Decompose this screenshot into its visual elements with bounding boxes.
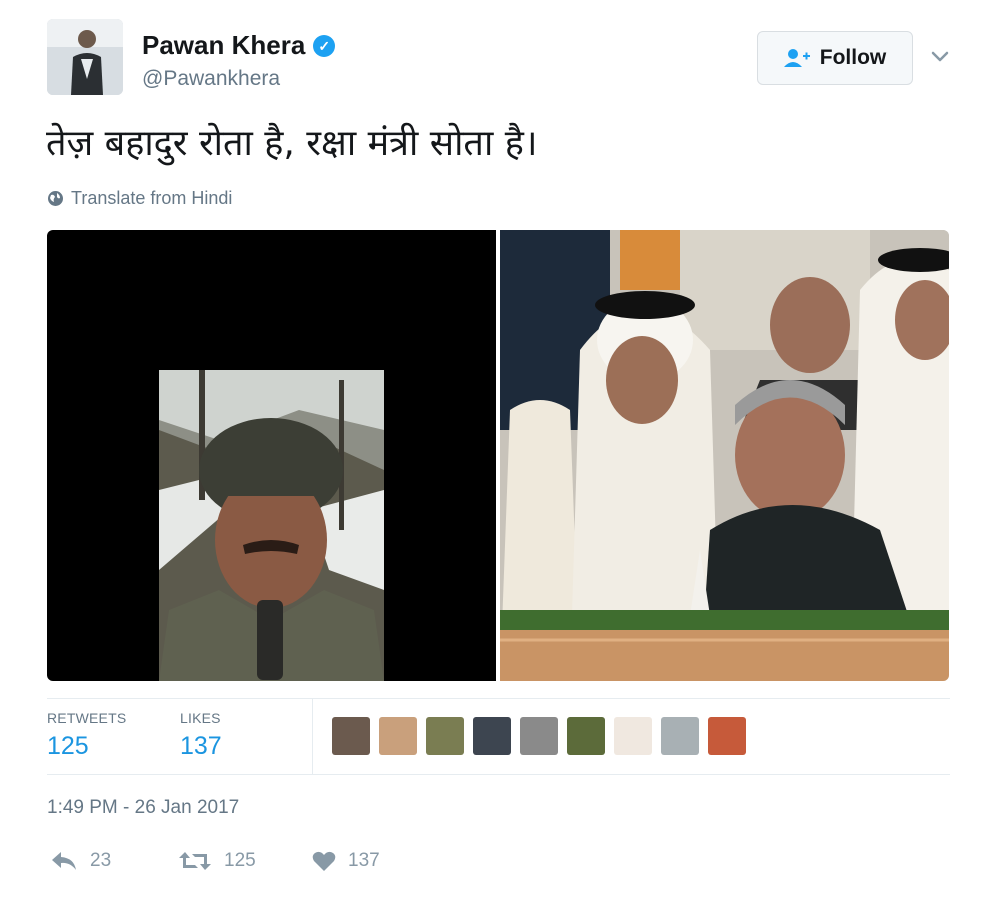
likes-label: LIKES — [180, 710, 221, 726]
retweet-count: 125 — [224, 850, 256, 871]
media-image-right[interactable] — [500, 230, 949, 681]
author-handle[interactable]: @Pawankhera — [142, 67, 280, 91]
media-image-left[interactable] — [47, 230, 496, 681]
reply-action[interactable]: 23 — [50, 850, 111, 872]
author-name-row[interactable]: Pawan Khera ✓ — [142, 30, 336, 61]
liker-avatar[interactable] — [567, 717, 605, 755]
retweet-icon — [179, 852, 211, 870]
author-avatar[interactable] — [47, 19, 123, 95]
liker-avatar[interactable] — [473, 717, 511, 755]
translate-label: Translate from Hindi — [71, 188, 233, 208]
tweet-timestamp[interactable]: 1:49 PM - 26 Jan 2017 — [47, 797, 239, 819]
liker-avatar[interactable] — [708, 717, 746, 755]
soldier-photo — [159, 370, 384, 681]
retweets-label: RETWEETS — [47, 710, 127, 726]
divider-top — [47, 698, 950, 699]
reply-icon — [52, 852, 76, 870]
verified-badge-icon: ✓ — [313, 34, 336, 57]
retweet-action[interactable]: 125 — [178, 850, 256, 872]
translate-link[interactable]: Translate from Hindi — [47, 188, 232, 209]
liker-avatar[interactable] — [614, 717, 652, 755]
tweet-text: तेज़ बहादुर रोता है, रक्षा मंत्री सोता ह… — [46, 123, 538, 164]
liker-avatar[interactable] — [332, 717, 370, 755]
retweets-count[interactable]: 125 — [47, 732, 89, 761]
globe-icon — [48, 191, 63, 206]
liker-avatar[interactable] — [661, 717, 699, 755]
follow-button[interactable]: Follow — [757, 31, 913, 85]
heart-icon — [312, 851, 336, 871]
reply-count: 23 — [90, 850, 112, 871]
liker-avatars — [332, 717, 746, 755]
like-action[interactable]: 137 — [312, 850, 380, 872]
divider-bottom — [47, 774, 950, 775]
follow-button-label: Follow — [819, 46, 887, 69]
like-count: 137 — [348, 850, 380, 871]
chevron-down-icon[interactable] — [928, 44, 952, 68]
liker-avatar[interactable] — [520, 717, 558, 755]
liker-avatar[interactable] — [379, 717, 417, 755]
likes-count[interactable]: 137 — [180, 732, 222, 761]
stats-divider — [312, 698, 313, 774]
author-name[interactable]: Pawan Khera — [142, 30, 305, 61]
add-user-icon — [783, 49, 810, 67]
liker-avatar[interactable] — [426, 717, 464, 755]
